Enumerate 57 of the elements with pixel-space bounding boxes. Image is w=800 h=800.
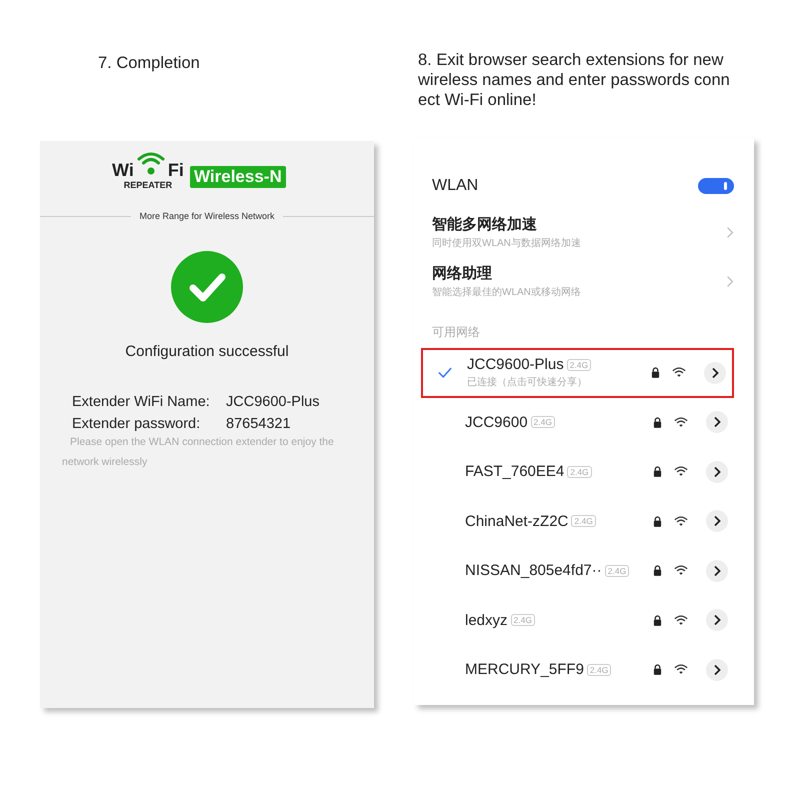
band-tag: 2.4G: [604, 564, 630, 577]
wifi-icon: [674, 416, 688, 428]
field-value: JCC9600-Plus: [226, 394, 320, 410]
lock-icon: [653, 416, 662, 428]
setting-title[interactable]: 智能多网络加速: [432, 214, 726, 234]
lock-icon: [653, 466, 662, 478]
lock-icon: [653, 664, 662, 676]
wlan-toggle[interactable]: [698, 178, 734, 194]
step-caption: 7. Completion: [97, 53, 201, 74]
band-tag: 2.4G: [571, 515, 596, 528]
network-name[interactable]: JCC9600: [465, 414, 528, 431]
logo-text: Wi: [112, 161, 134, 179]
logo-subtitle: REPEATER: [124, 180, 172, 190]
wifi-icon: [674, 565, 688, 576]
instruction-note: Please open the WLAN connection extender to enjoy the network wirelessly: [61, 435, 335, 470]
wifi-icon: [674, 466, 688, 478]
chevron-button[interactable]: [706, 411, 728, 434]
wifi-icon: [674, 664, 688, 676]
chevron-button[interactable]: [706, 609, 728, 632]
wlan-title: WLAN: [432, 177, 478, 195]
setting-title[interactable]: 网络助理: [432, 264, 726, 282]
wifi-icon: [672, 367, 686, 378]
band-tag: 2.4G: [586, 664, 612, 676]
network-name[interactable]: MERCURY_5FF9: [465, 661, 584, 678]
network-name[interactable]: FAST_760EE4: [465, 463, 564, 480]
lock-icon: [651, 367, 660, 378]
success-check-icon: [171, 251, 243, 323]
wifi-icon: [674, 516, 688, 527]
chevron-button[interactable]: [706, 658, 728, 681]
setting-subtitle: 同时使用双WLAN与数据网络加速: [432, 236, 582, 250]
lock-icon: [653, 516, 662, 527]
band-tag: 2.4G: [566, 358, 592, 371]
wireless-badge: Wireless-N: [190, 166, 286, 188]
chevron-button[interactable]: [706, 510, 728, 532]
chevron-button[interactable]: [706, 460, 728, 483]
connection-status: 已连接（点击可快速分享）: [467, 376, 588, 390]
band-tag: 2.4G: [510, 614, 535, 626]
field-value: 87654321: [226, 416, 291, 432]
band-tag: 2.4G: [567, 466, 592, 478]
chevron-button[interactable]: [706, 560, 728, 582]
section-label: 可用网络: [431, 324, 481, 341]
logo-text: Fi: [168, 161, 184, 179]
lock-icon: [653, 614, 662, 626]
network-name[interactable]: ChinaNet-zZ2C: [465, 512, 568, 530]
band-tag: 2.4G: [530, 416, 555, 428]
tagline: More Range for Wireless Network: [139, 211, 275, 221]
network-name[interactable]: ledxyz: [465, 612, 508, 629]
chevron-button[interactable]: [704, 362, 726, 384]
wifi-icon: [674, 614, 688, 626]
field-label: Extender password:: [72, 416, 202, 432]
lock-icon: [653, 565, 662, 576]
setting-subtitle: 智能选择最佳的WLAN或移动网络: [432, 286, 582, 298]
network-name[interactable]: NISSAN_805e4fd7··: [465, 562, 602, 580]
status-message: Configuration successful: [125, 343, 289, 360]
step-caption: 8. Exit browser search extensions for new wireless names and enter passwords connect Wi-Fi online!: [417, 50, 731, 111]
field-label: Extender WiFi Name:: [72, 394, 211, 410]
network-name[interactable]: JCC9600-Plus: [467, 356, 564, 374]
